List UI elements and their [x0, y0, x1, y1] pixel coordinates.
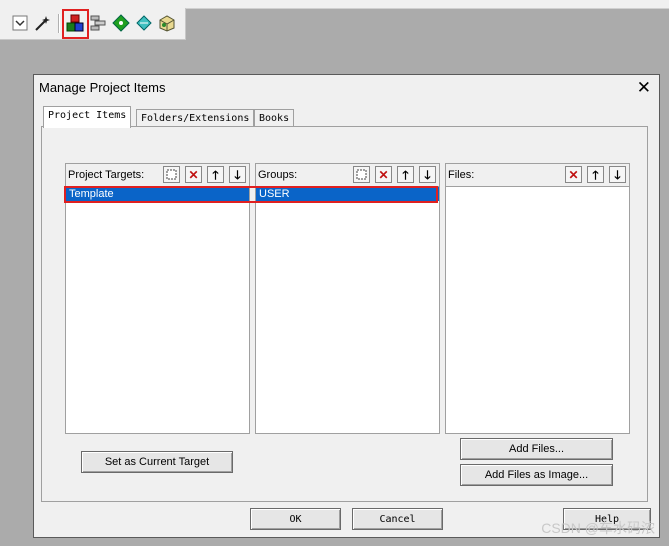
diamond-green-icon[interactable]	[111, 13, 131, 33]
tab-project-items[interactable]: Project Items	[43, 106, 132, 128]
panel-header: Project Targets: ✕ 🡑 🡓	[66, 164, 249, 187]
add-files-button[interactable]: Add Files...	[460, 438, 613, 460]
move-down-icon[interactable]: 🡓	[229, 166, 246, 183]
files-label: Files:	[448, 169, 475, 181]
delete-icon[interactable]: ✕	[185, 166, 202, 183]
manage-project-items-dialog: Manage Project Items ✕ Project Items Fol…	[33, 74, 660, 538]
project-toolbar	[0, 8, 186, 40]
set-current-target-button[interactable]: Set as Current Target	[81, 451, 233, 473]
new-item-icon[interactable]	[163, 166, 180, 183]
highlight-box-toolbar	[62, 9, 89, 39]
dialog-title: Manage Project Items	[39, 80, 166, 95]
move-up-icon[interactable]: 🡑	[587, 166, 604, 183]
checkbox-dropdown-icon[interactable]	[10, 13, 30, 33]
watermark: CSDN @车水码浓	[541, 520, 655, 536]
component-stack-icon[interactable]	[88, 13, 108, 33]
tab-folders-extensions[interactable]: Folders/Extensions	[136, 109, 255, 127]
tab-books[interactable]: Books	[254, 109, 295, 127]
highlight-box-selected-rows	[64, 186, 438, 203]
panel-header: Groups: ✕ 🡑 🡓	[256, 164, 439, 187]
groups-panel: Groups: ✕ 🡑 🡓 USER	[255, 163, 440, 434]
ok-button[interactable]: OK	[250, 508, 341, 530]
new-item-icon[interactable]	[353, 166, 370, 183]
cancel-button[interactable]: Cancel	[352, 508, 443, 530]
toolbar-separator	[58, 14, 60, 33]
delete-icon[interactable]: ✕	[375, 166, 392, 183]
move-up-icon[interactable]: 🡑	[397, 166, 414, 183]
pack-installer-icon[interactable]	[157, 13, 177, 33]
close-icon[interactable]: ✕	[637, 79, 651, 96]
move-down-icon[interactable]: 🡓	[609, 166, 626, 183]
panel-header: Files: ✕ 🡑 🡓	[446, 164, 629, 187]
project-targets-panel: Project Targets: ✕ 🡑 🡓 Template	[65, 163, 250, 434]
move-up-icon[interactable]: 🡑	[207, 166, 224, 183]
wand-icon[interactable]	[33, 13, 53, 33]
diamond-cyan-icon[interactable]	[134, 13, 154, 33]
move-down-icon[interactable]: 🡓	[419, 166, 436, 183]
delete-icon[interactable]: ✕	[565, 166, 582, 183]
project-targets-label: Project Targets:	[68, 169, 145, 181]
groups-label: Groups:	[258, 169, 298, 181]
add-files-image-button[interactable]: Add Files as Image...	[460, 464, 613, 486]
files-panel: Files: ✕ 🡑 🡓	[445, 163, 630, 434]
